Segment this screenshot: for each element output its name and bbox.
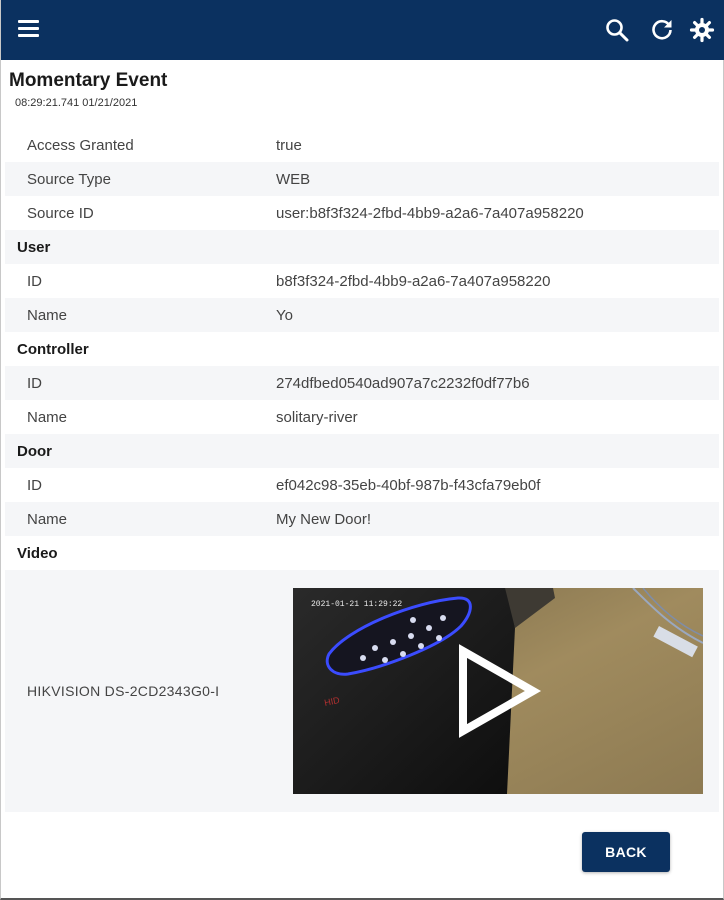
detail-label: Source Type: [27, 170, 111, 188]
video-player[interactable]: HID 2021-01-21 11:29:22: [293, 588, 703, 794]
app-frame: Momentary Event 08:29:21.741 01/21/2021 …: [0, 0, 724, 900]
detail-row-controller-id: ID 274dfbed0540ad907a7c2232f0df77b6: [5, 366, 719, 400]
section-heading-video: Video: [17, 544, 58, 562]
detail-value: b8f3f324-2fbd-4bb9-a2a6-7a407a958220: [276, 272, 551, 290]
detail-value: user:b8f3f324-2fbd-4bb9-a2a6-7a407a95822…: [276, 204, 584, 222]
detail-value: solitary-river: [276, 408, 358, 426]
settings-gear-icon[interactable]: [689, 17, 715, 43]
detail-row-source-id: Source ID user:b8f3f324-2fbd-4bb9-a2a6-7…: [5, 196, 719, 230]
refresh-icon[interactable]: [649, 17, 675, 43]
detail-label: Source ID: [27, 204, 94, 222]
detail-label: ID: [27, 272, 42, 290]
detail-value: My New Door!: [276, 510, 372, 528]
detail-label: ID: [27, 476, 42, 494]
search-icon[interactable]: [604, 17, 630, 43]
detail-value: true: [276, 136, 302, 154]
detail-row-door-id: ID ef042c98-35eb-40bf-987b-f43cfa79eb0f: [5, 468, 719, 502]
back-button[interactable]: BACK: [582, 832, 670, 872]
detail-value: WEB: [276, 170, 311, 188]
event-details: Access Granted true Source Type WEB Sour…: [5, 128, 719, 812]
video-thumbnail: HID 2021-01-21 11:29:22: [293, 588, 703, 794]
section-heading-user: User: [5, 230, 719, 264]
detail-label: Name: [27, 408, 68, 426]
app-header: [1, 0, 724, 60]
detail-row-controller-name: Name solitary-river: [5, 400, 719, 434]
camera-name: HIKVISION DS-2CD2343G0-I: [27, 683, 220, 699]
detail-row-access-granted: Access Granted true: [5, 128, 719, 162]
detail-row-user-name: Name Yo: [5, 298, 719, 332]
video-row: HIKVISION DS-2CD2343G0-I HID 2021-01-21 …: [5, 570, 719, 812]
hamburger-menu-icon[interactable]: [18, 20, 39, 38]
page-title: Momentary Event: [9, 70, 168, 91]
detail-label: Name: [27, 510, 68, 528]
section-heading-controller: Controller: [17, 340, 89, 358]
detail-value: 274dfbed0540ad907a7c2232f0df77b6: [276, 374, 530, 392]
video-overlay-timestamp: 2021-01-21 11:29:22: [311, 600, 402, 609]
detail-label: ID: [27, 374, 42, 392]
event-timestamp: 08:29:21.741 01/21/2021: [15, 97, 138, 109]
detail-label: Access Granted: [27, 136, 134, 154]
detail-label: Name: [27, 306, 68, 324]
detail-row-user-id: ID b8f3f324-2fbd-4bb9-a2a6-7a407a958220: [5, 264, 719, 298]
detail-row-source-type: Source Type WEB: [5, 162, 719, 196]
detail-value: Yo: [276, 306, 293, 324]
detail-row-door-name: Name My New Door!: [5, 502, 719, 536]
section-heading-door: Door: [5, 434, 719, 468]
detail-value: ef042c98-35eb-40bf-987b-f43cfa79eb0f: [276, 476, 541, 494]
